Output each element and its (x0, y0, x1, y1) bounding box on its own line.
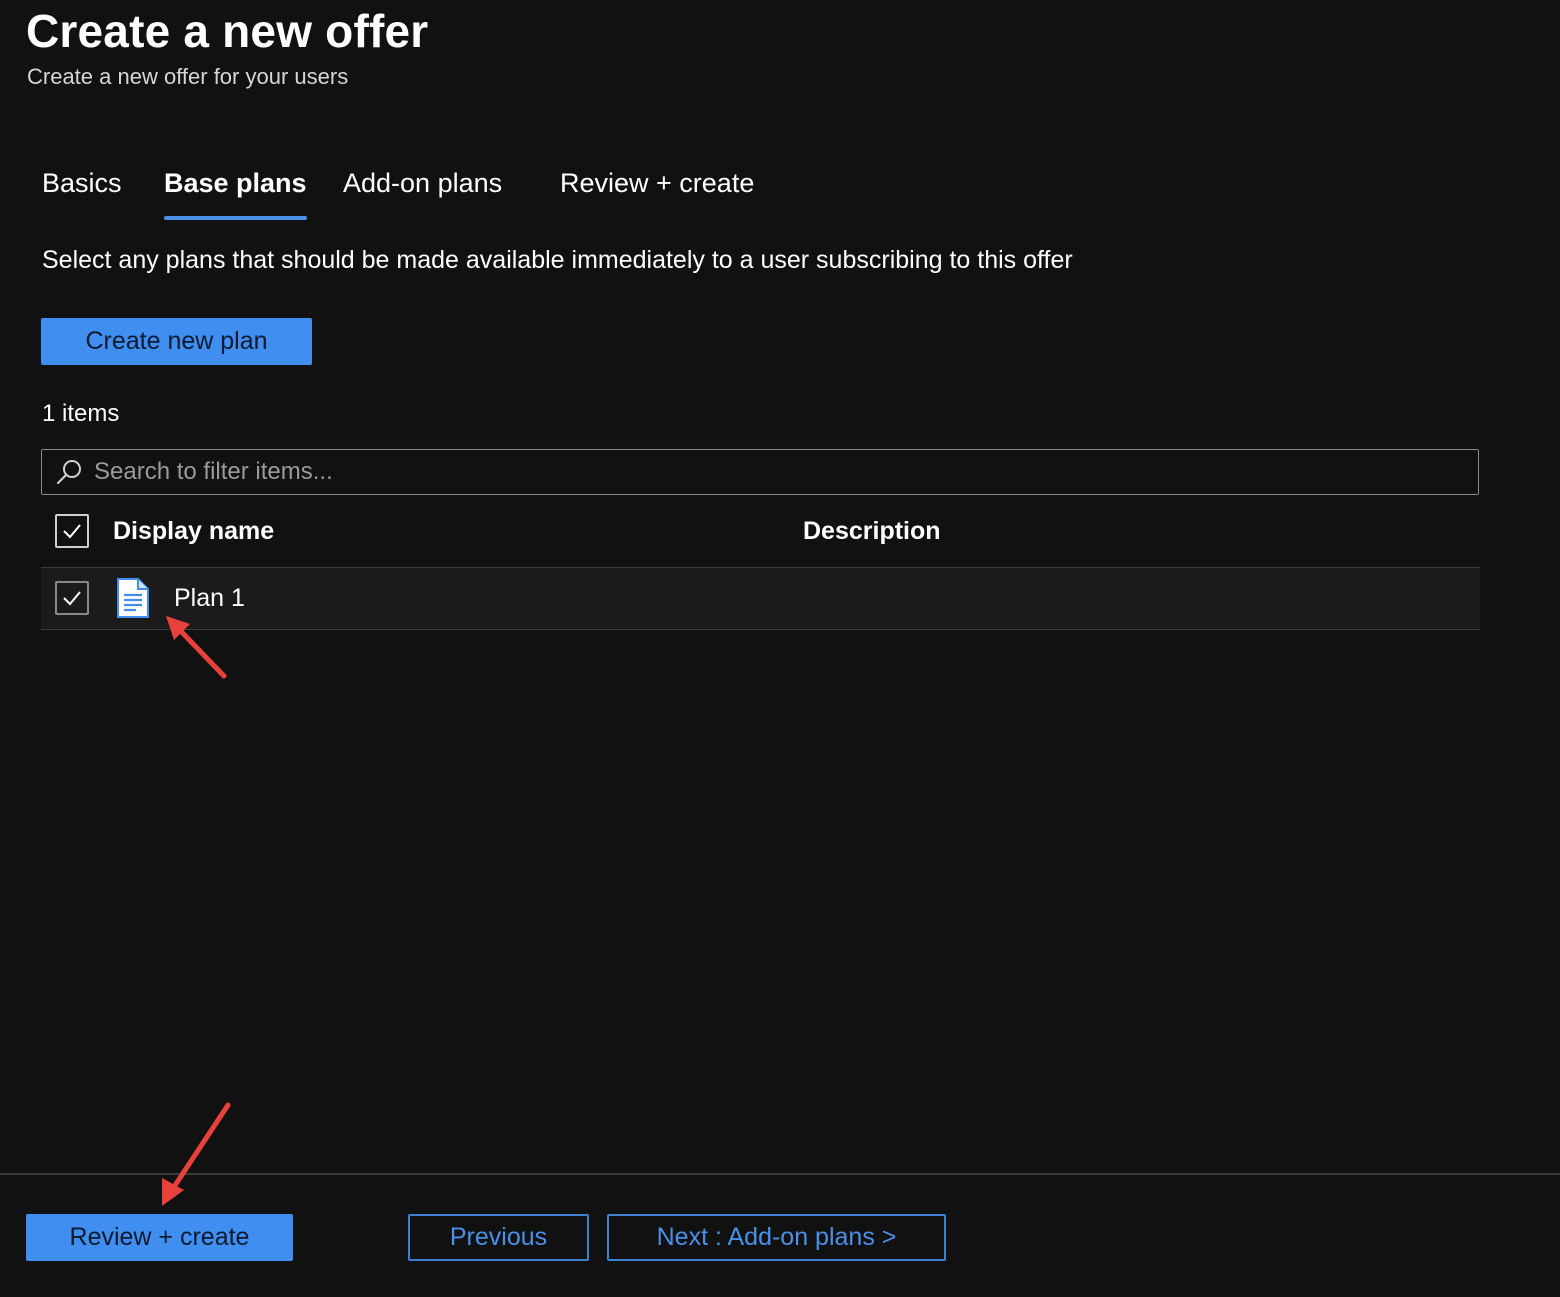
tab-basics[interactable]: Basics (42, 168, 122, 220)
create-new-plan-button[interactable]: Create new plan (41, 318, 312, 365)
document-icon (117, 578, 149, 618)
column-header-display-name[interactable]: Display name (113, 517, 274, 546)
tab-label: Base plans (164, 168, 307, 198)
next-button[interactable]: Next : Add-on plans > (607, 1214, 946, 1261)
select-all-checkbox[interactable] (55, 514, 89, 548)
previous-button[interactable]: Previous (408, 1214, 589, 1261)
plan-name-link[interactable]: Plan 1 (174, 584, 245, 613)
table-header: Display name Description (41, 500, 1480, 566)
page-subtitle: Create a new offer for your users (27, 64, 349, 89)
column-header-description[interactable]: Description (803, 517, 941, 546)
row-checkbox[interactable] (55, 581, 89, 615)
review-create-button[interactable]: Review + create (26, 1214, 293, 1261)
tab-label: Review + create (560, 168, 755, 198)
table-row[interactable]: Plan 1 (41, 567, 1480, 630)
instruction-text: Select any plans that should be made ava… (42, 246, 1073, 274)
active-tab-indicator (164, 216, 307, 220)
search-box (41, 449, 1479, 495)
tab-base-plans[interactable]: Base plans (164, 168, 307, 220)
annotation-arrow-icon (166, 616, 227, 679)
checkmark-icon (63, 524, 81, 539)
items-count: 1 items (42, 400, 120, 427)
page-title: Create a new offer (26, 5, 429, 57)
checkmark-icon (63, 591, 81, 606)
search-icon (54, 457, 84, 487)
annotation-arrow-icon (162, 1102, 231, 1206)
search-input[interactable] (92, 451, 1478, 493)
tab-label: Add-on plans (343, 168, 503, 198)
tab-label: Basics (42, 168, 122, 198)
tab-add-on-plans[interactable]: Add-on plans (343, 168, 502, 220)
tab-review-create[interactable]: Review + create (560, 168, 754, 220)
